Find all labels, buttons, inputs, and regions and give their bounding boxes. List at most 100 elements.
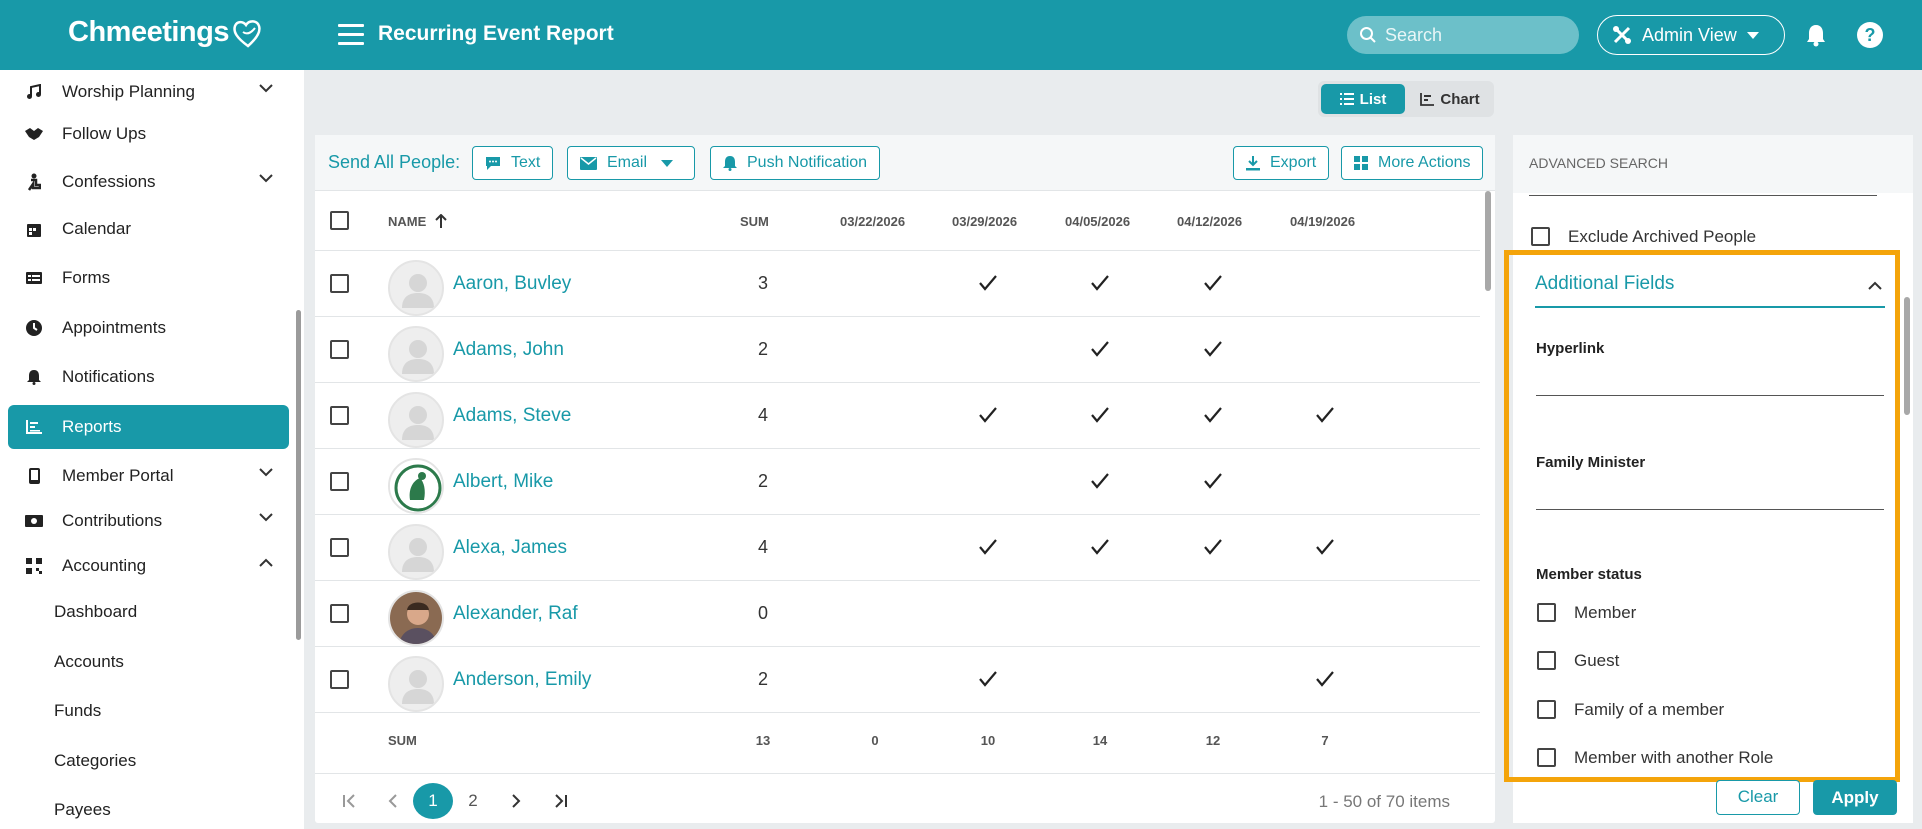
sidebar-item-reports[interactable]: Reports	[8, 405, 289, 449]
avatar	[388, 326, 444, 382]
top-bar: Chmeetings Recurring Event Report Search…	[0, 0, 1922, 70]
list-view-button[interactable]: List	[1321, 84, 1405, 114]
table-row[interactable]: Alexa, James 4	[315, 515, 1480, 581]
export-button[interactable]: Export	[1233, 146, 1330, 180]
footer-date-total: 14	[1092, 733, 1108, 748]
sidebar-subitem-payees[interactable]: Payees	[54, 800, 111, 820]
sidebar-item-label: Confessions	[62, 172, 156, 191]
table-row[interactable]: Anderson, Emily 2	[315, 647, 1480, 713]
first-page-button[interactable]	[335, 783, 365, 819]
table-row[interactable]: Alexander, Raf 0	[315, 581, 1480, 647]
advanced-search-scrollbar[interactable]	[1904, 297, 1910, 415]
row-sum: 0	[757, 603, 768, 623]
row-checkbox[interactable]	[330, 472, 349, 491]
more-actions-button[interactable]: More Actions	[1341, 146, 1484, 180]
logo-text: Chmeetings	[68, 16, 229, 48]
person-name-link[interactable]: Alexa, James	[453, 537, 567, 559]
select-all-checkbox[interactable]	[330, 211, 349, 230]
last-page-button[interactable]	[545, 783, 575, 819]
row-checkbox[interactable]	[330, 670, 349, 689]
person-name-link[interactable]: Albert, Mike	[453, 471, 553, 493]
previous-page-button[interactable]	[378, 783, 408, 819]
sidebar-item-label: Forms	[62, 268, 111, 287]
member-status-option-member[interactable]: Member	[1537, 603, 1636, 623]
sidebar-subitem-categories[interactable]: Categories	[54, 751, 136, 771]
member-status-label: Member status	[1536, 566, 1642, 583]
sum-column-header[interactable]: SUM	[740, 214, 769, 229]
calendar-icon	[23, 222, 45, 237]
sidebar-subitem-dashboard[interactable]: Dashboard	[54, 602, 137, 622]
notifications-bell-icon[interactable]	[1805, 23, 1827, 47]
push-notification-button[interactable]: Push Notification	[710, 146, 881, 180]
chevron-up-icon[interactable]	[1868, 281, 1882, 290]
sidebar-item-confessions[interactable]: Confessions	[8, 160, 289, 204]
person-name-link[interactable]: Adams, John	[453, 339, 564, 361]
table-row[interactable]: Albert, Mike 2	[315, 449, 1480, 515]
apply-button[interactable]: Apply	[1813, 780, 1897, 815]
checkbox[interactable]	[1537, 603, 1556, 622]
kneel-icon	[23, 173, 45, 191]
search-placeholder: Search	[1385, 24, 1443, 45]
clear-button[interactable]: Clear	[1716, 780, 1800, 815]
table-header: NAME SUM 03/22/2026 03/29/2026 04/05/202…	[315, 191, 1480, 251]
admin-view-dropdown[interactable]: Admin View	[1597, 15, 1785, 55]
hyperlink-input[interactable]	[1536, 395, 1884, 396]
clock-icon	[23, 320, 45, 336]
next-page-button[interactable]	[501, 783, 531, 819]
email-dropdown-button[interactable]: Email	[567, 146, 695, 180]
member-status-option-other-role[interactable]: Member with another Role	[1537, 748, 1773, 768]
sidebar-item-member-portal[interactable]: Member Portal	[8, 454, 289, 498]
row-checkbox[interactable]	[330, 406, 349, 425]
person-name-link[interactable]: Aaron, Buvley	[453, 273, 571, 295]
name-column-header[interactable]: NAME	[388, 213, 447, 229]
sidebar-subitem-accounts[interactable]: Accounts	[54, 652, 124, 672]
sidebar-item-forms[interactable]: Forms	[8, 256, 289, 300]
table-row[interactable]: Adams, John 2	[315, 317, 1480, 383]
checkbox[interactable]	[1531, 227, 1550, 246]
family-minister-input[interactable]	[1536, 509, 1884, 510]
table-row[interactable]: Adams, Steve 4	[315, 383, 1480, 449]
date-column-header[interactable]: 04/05/2026	[1065, 214, 1130, 229]
member-status-option-family[interactable]: Family of a member	[1537, 700, 1724, 720]
checkbox[interactable]	[1537, 700, 1556, 719]
checkbox[interactable]	[1537, 651, 1556, 670]
date-column-header[interactable]: 04/19/2026	[1290, 214, 1355, 229]
exclude-archived-checkbox[interactable]: Exclude Archived People	[1531, 227, 1756, 247]
date-column-header[interactable]: 03/29/2026	[952, 214, 1017, 229]
member-status-option-guest[interactable]: Guest	[1537, 651, 1619, 671]
sidebar-item-contributions[interactable]: Contributions	[8, 499, 289, 543]
date-column-header[interactable]: 04/12/2026	[1177, 214, 1242, 229]
text-button[interactable]: Text	[472, 146, 554, 180]
person-name-link[interactable]: Alexander, Raf	[453, 603, 578, 625]
search-input[interactable]: Search	[1347, 16, 1579, 54]
sidebar-item-calendar[interactable]: Calendar	[8, 207, 289, 251]
sidebar-item-worship-planning[interactable]: Worship Planning	[8, 70, 289, 114]
page-1-button[interactable]: 1	[413, 783, 453, 819]
menu-toggle-button[interactable]	[338, 24, 364, 46]
page-2-button[interactable]: 2	[458, 783, 488, 819]
sidebar-item-follow-ups[interactable]: Follow Ups	[8, 112, 289, 156]
sidebar-item-label: Follow Ups	[62, 124, 147, 143]
row-checkbox[interactable]	[330, 274, 349, 293]
chart-view-button[interactable]: Chart	[1408, 84, 1492, 114]
sidebar-subitem-funds[interactable]: Funds	[54, 701, 101, 721]
help-icon[interactable]: ?	[1857, 22, 1883, 48]
sidebar-scrollbar[interactable]	[296, 310, 301, 640]
sidebar-item-appointments[interactable]: Appointments	[8, 306, 289, 350]
additional-fields-toggle[interactable]: Additional Fields	[1535, 273, 1674, 295]
person-name-link[interactable]: Anderson, Emily	[453, 669, 591, 691]
checkbox[interactable]	[1537, 748, 1556, 767]
attendance-check-icon	[1091, 407, 1109, 428]
person-name-link[interactable]: Adams, Steve	[453, 405, 571, 427]
sidebar-item-notifications[interactable]: Notifications	[8, 355, 289, 399]
sidebar-item-accounting[interactable]: Accounting	[8, 544, 289, 588]
row-checkbox[interactable]	[330, 538, 349, 557]
date-column-header[interactable]: 03/22/2026	[840, 214, 905, 229]
app-logo[interactable]: Chmeetings	[68, 16, 265, 49]
table-scrollbar[interactable]	[1485, 191, 1491, 291]
row-checkbox[interactable]	[330, 604, 349, 623]
table-row[interactable]: Aaron, Buvley 3	[315, 251, 1480, 317]
row-checkbox[interactable]	[330, 340, 349, 359]
tools-icon	[1613, 26, 1631, 44]
sidebar-item-label: Member Portal	[62, 466, 174, 485]
